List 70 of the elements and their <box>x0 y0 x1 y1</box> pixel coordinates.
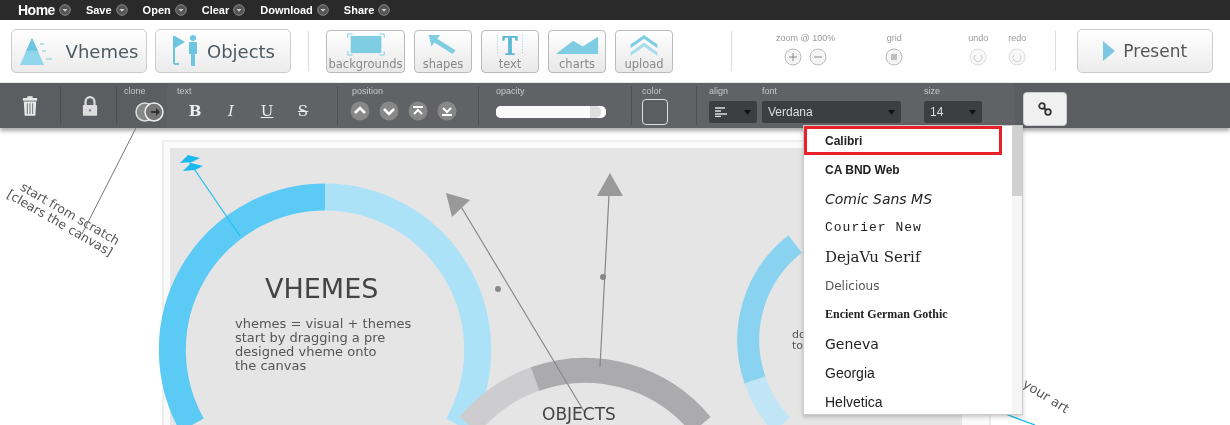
chevron-down-icon[interactable] <box>379 101 399 121</box>
caret-icon <box>969 108 976 116</box>
font-option[interactable]: Encient German Gothic <box>804 300 1012 329</box>
font-label: font <box>762 86 778 96</box>
caret-icon <box>888 108 895 116</box>
frame-icon <box>345 32 386 56</box>
color-swatch[interactable] <box>642 99 668 125</box>
menu-item[interactable]: Save <box>85 4 112 16</box>
font-option[interactable]: Delicious <box>804 271 1012 300</box>
dropdown-icon[interactable] <box>174 4 187 16</box>
dropdown-icon[interactable] <box>115 4 128 16</box>
annotation-text: your art <box>1020 376 1072 417</box>
align-label: align <box>709 86 729 96</box>
caret-icon <box>744 108 751 116</box>
circle-text: vhemes = visual + themes <box>235 317 412 331</box>
font-option[interactable]: Courier New <box>804 213 1012 242</box>
align-left-icon <box>715 107 727 117</box>
opacity-label: opacity <box>496 86 526 96</box>
menu-item[interactable]: Open <box>142 4 171 16</box>
redo-label: redo <box>1008 32 1027 43</box>
size-select[interactable]: 14 <box>924 101 982 123</box>
dropdown-icon[interactable] <box>378 4 391 16</box>
text-style-button[interactable]: I <box>213 101 249 121</box>
lock-icon[interactable] <box>82 95 98 116</box>
clone-icon[interactable] <box>134 101 166 123</box>
zoom-label: zoom @ 100% <box>776 32 836 43</box>
circle-text: the canvas <box>235 359 308 373</box>
bring-to-front-icon[interactable] <box>408 101 428 121</box>
chevron-up-icon[interactable] <box>350 101 370 121</box>
font-option[interactable]: Helvetica <box>804 387 1012 416</box>
text-label: text <box>177 86 193 96</box>
menu-item[interactable]: Download <box>260 4 313 16</box>
scrollbar[interactable] <box>1012 126 1022 414</box>
menu-item[interactable]: Clear <box>201 4 230 16</box>
opacity-slider[interactable] <box>496 106 606 118</box>
text-style-button[interactable]: B <box>177 101 213 121</box>
toolbar-button[interactable]: Vhemes <box>11 29 147 73</box>
grid-label: grid <box>886 32 902 43</box>
send-to-back-icon[interactable] <box>437 101 457 121</box>
undo-label: undo <box>968 32 989 43</box>
toolbar-button[interactable]: Objects <box>155 29 291 73</box>
font-option[interactable]: DejaVu Serif <box>804 242 1012 271</box>
circle-text: to <box>792 340 805 351</box>
font-option[interactable]: Calibri <box>804 126 1002 155</box>
clone-label: clone <box>124 86 147 96</box>
circle-title: VHEMES <box>265 273 379 304</box>
position-label: position <box>352 86 385 96</box>
font-option[interactable]: Geneva <box>804 329 1012 358</box>
font-select[interactable]: Verdana <box>762 101 901 123</box>
trash-icon[interactable] <box>22 95 38 116</box>
menu-item[interactable]: Share <box>343 4 375 16</box>
text-style-button[interactable]: S <box>285 101 321 121</box>
link-icon <box>1038 102 1052 116</box>
circle-text: designed vheme onto <box>235 345 377 359</box>
dropdown-icon[interactable] <box>58 4 71 16</box>
play-icon <box>1103 41 1116 61</box>
menu-item[interactable]: Home <box>18 2 55 18</box>
font-option[interactable]: CA BND Web <box>804 155 1012 184</box>
circle-text: start by dragging a pre <box>235 331 387 345</box>
dropdown-icon[interactable] <box>316 4 329 16</box>
dropdown-icon[interactable] <box>233 4 246 16</box>
link-button[interactable] <box>1023 92 1067 126</box>
font-option[interactable]: Georgia <box>804 358 1012 387</box>
text-style-button[interactable]: U <box>249 101 285 121</box>
present-button[interactable]: Present <box>1077 29 1214 73</box>
font-option[interactable]: Comic Sans MS <box>804 184 1012 213</box>
align-select[interactable] <box>709 101 757 123</box>
color-label: color <box>642 86 663 96</box>
size-label: size <box>924 86 941 96</box>
circle-title: OBJECTS <box>542 404 616 424</box>
